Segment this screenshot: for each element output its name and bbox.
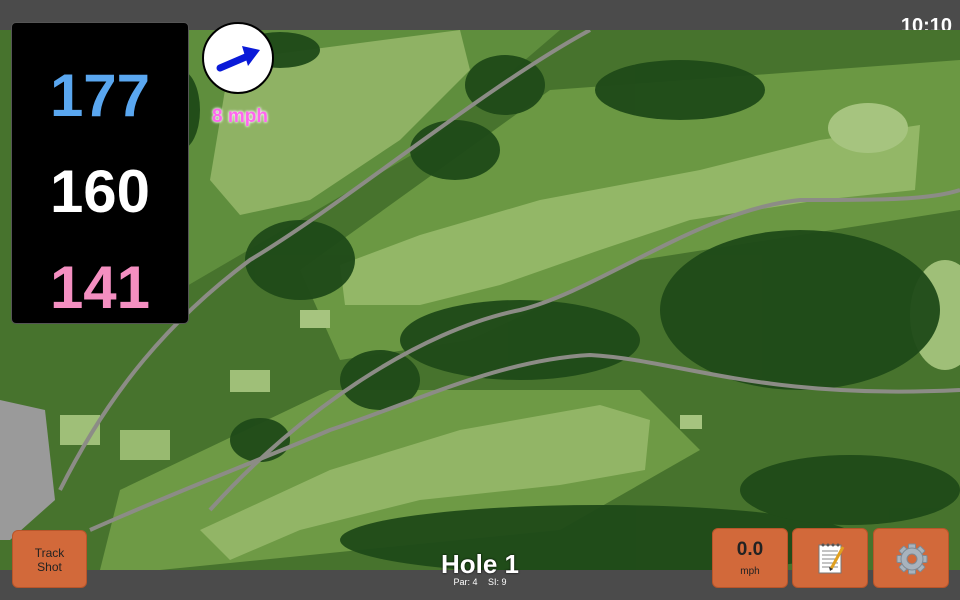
arrow-right-icon	[216, 46, 260, 72]
wind-speed: 8 mph	[212, 106, 268, 127]
wind-direction-indicator	[202, 22, 274, 94]
settings-button[interactable]	[873, 528, 949, 588]
notepad-icon	[818, 543, 845, 574]
hole-par: Par: 4	[453, 577, 478, 587]
track-shot-label: Track Shot	[34, 546, 65, 574]
distance-front: 141	[49, 254, 151, 321]
speed-value: 0.0	[736, 539, 764, 560]
speed-unit: mph	[740, 566, 760, 577]
notes-button[interactable]	[792, 528, 868, 588]
distance-middle: 160	[49, 158, 151, 225]
track-shot-button[interactable]: Track Shot	[12, 530, 87, 588]
gear-icon	[896, 543, 928, 575]
swing-speed-button[interactable]: 0.0 mph	[712, 528, 788, 588]
hole-info: Par: 4 SI: 9	[380, 577, 580, 587]
hole-stroke-index: SI: 9	[488, 577, 507, 587]
distance-back: 177	[49, 62, 151, 129]
hole-title: Hole 1	[440, 549, 520, 579]
distance-panel: 177 160 141	[11, 22, 189, 324]
